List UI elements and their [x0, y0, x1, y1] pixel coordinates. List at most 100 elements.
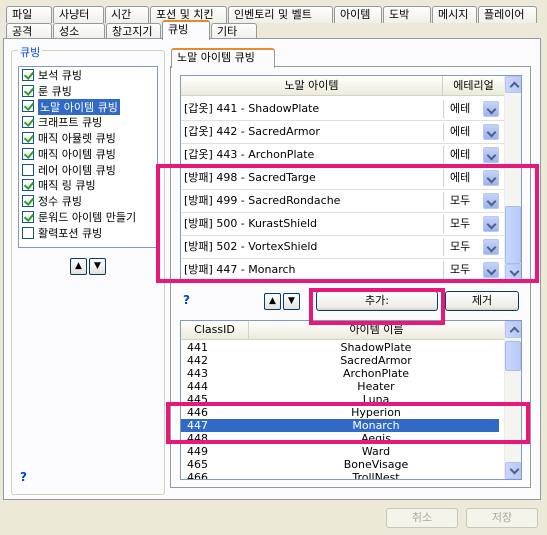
tab-second-0[interactable]: 공격: [6, 23, 52, 39]
cubing-checklist[interactable]: 보석 큐빙 룬 큐빙 노말 아이템 큐빙 크래프트 큐빙 매직 아뮬렛 큐빙 매직 아이템…: [18, 66, 158, 248]
tab-second-2[interactable]: 창고지기: [106, 23, 161, 39]
cubing-list-item[interactable]: 매직 아이템 큐빙: [19, 146, 157, 162]
list-item[interactable]: 442 SacredArmor: [181, 354, 505, 367]
scroll-up-icon[interactable]: [505, 76, 521, 93]
cubing-list-item[interactable]: 레어 아이템 큐빙: [19, 162, 157, 178]
tab-top-8[interactable]: 플레이어: [478, 6, 537, 23]
list-header-classid[interactable]: ClassID: [181, 321, 249, 340]
tab-top-0[interactable]: 파일: [6, 6, 52, 23]
checkbox-checked-icon[interactable]: [22, 68, 34, 81]
grid-row[interactable]: [방패] 502 - VortexShield 모두: [181, 236, 505, 259]
checkbox-checked-icon[interactable]: [22, 84, 34, 97]
list-item-name: Ward: [361, 445, 391, 458]
grid-row[interactable]: [방패] 500 - KurastShield 모두: [181, 213, 505, 236]
tab-second-4[interactable]: 기타: [211, 23, 257, 39]
list-header-item-name[interactable]: 아이템 이름: [249, 321, 505, 340]
cubing-list-item[interactable]: 룬 큐빙: [19, 83, 157, 99]
tab-top-6[interactable]: 도박: [383, 6, 431, 23]
tab-top-7[interactable]: 메시지: [432, 6, 477, 23]
grid-header-ethereal[interactable]: 에테리얼: [443, 76, 505, 96]
tab-top-1[interactable]: 사냥터: [53, 6, 104, 23]
checkbox-checked-icon[interactable]: [22, 116, 34, 129]
chevron-down-icon[interactable]: [483, 101, 499, 117]
list-item-name: Heater: [357, 380, 395, 393]
tab-second-1[interactable]: 성소: [53, 23, 105, 39]
checkbox-unchecked-icon[interactable]: [22, 163, 34, 176]
checkbox-checked-icon[interactable]: [22, 179, 34, 192]
list-item[interactable]: 447 Monarch: [181, 419, 499, 432]
ethereal-combo[interactable]: 에테: [443, 100, 499, 118]
chevron-down-icon[interactable]: [483, 147, 499, 163]
cubing-list-item[interactable]: 노말 아이템 큐빙: [19, 98, 157, 115]
scroll-thumb[interactable]: [505, 206, 521, 264]
cubing-list-item[interactable]: 매직 링 큐빙: [19, 178, 157, 194]
ethereal-combo[interactable]: 모두: [443, 238, 499, 256]
cubing-list-item[interactable]: 매직 아뮬렛 큐빙: [19, 130, 157, 146]
ethereal-combo[interactable]: 에테: [443, 146, 499, 164]
tab-normal-item-cubing[interactable]: 노말 아이템 큐빙: [171, 48, 275, 68]
list-item[interactable]: 449 Ward: [181, 445, 505, 458]
ethereal-combo[interactable]: 모두: [443, 192, 499, 210]
checkbox-unchecked-icon[interactable]: [22, 226, 34, 239]
remove-button[interactable]: 제거: [445, 291, 519, 311]
cubing-list-item[interactable]: 활력포션 큐빙: [19, 225, 157, 241]
help-icon[interactable]: ?: [20, 470, 27, 484]
list-scrollbar[interactable]: [504, 321, 521, 479]
list-item[interactable]: 466 TrollNest: [181, 471, 505, 479]
grid-row[interactable]: [갑옷] 442 - SacredArmor 에테: [181, 121, 505, 144]
checkbox-checked-icon[interactable]: [22, 132, 34, 145]
cancel-button[interactable]: 취소: [386, 508, 458, 528]
list-item[interactable]: 444 Heater: [181, 380, 505, 393]
ethereal-combo[interactable]: 에테: [443, 123, 499, 141]
move-down-button[interactable]: ▼: [89, 258, 106, 275]
save-button[interactable]: 저장: [466, 508, 538, 528]
cubing-list-item[interactable]: 보석 큐빙: [19, 67, 157, 83]
normal-item-grid[interactable]: 노말 아이템 에테리얼 [갑옷] 441 - ShadowPlate 에테 [갑옷]…: [180, 75, 522, 282]
chevron-down-icon[interactable]: [483, 124, 499, 140]
list-item[interactable]: 448 Aegis: [181, 432, 505, 445]
cubing-list-item[interactable]: 정수 큐빙: [19, 193, 157, 209]
ethereal-combo[interactable]: 모두: [443, 215, 499, 233]
list-scroll-up-icon[interactable]: [505, 321, 521, 338]
list-header: ClassID 아이템 이름: [181, 321, 505, 340]
chevron-down-icon[interactable]: [483, 170, 499, 186]
list-item[interactable]: 445 Luna: [181, 393, 505, 406]
checkbox-checked-icon[interactable]: [22, 100, 34, 113]
list-item[interactable]: 446 Hyperion: [181, 406, 505, 419]
grid-row[interactable]: [방패] 499 - SacredRondache 모두: [181, 190, 505, 213]
grid-header-item[interactable]: 노말 아이템: [181, 76, 443, 96]
cubing-list-item[interactable]: 룬워드 아이템 만들기: [19, 209, 157, 225]
scroll-down-icon[interactable]: [505, 264, 521, 281]
item-list-view[interactable]: ClassID 아이템 이름 441 ShadowPlate 442 SacredAr…: [180, 320, 522, 480]
list-item[interactable]: 443 ArchonPlate: [181, 367, 505, 380]
grid-row[interactable]: [방패] 498 - SacredTarge 에테: [181, 167, 505, 190]
list-item[interactable]: 465 BoneVisage: [181, 458, 505, 471]
grid-row[interactable]: [갑옷] 443 - ArchonPlate 에테: [181, 144, 505, 167]
checkbox-checked-icon[interactable]: [22, 211, 34, 224]
list-scroll-down-icon[interactable]: [505, 462, 521, 479]
chevron-down-icon[interactable]: [483, 216, 499, 232]
ethereal-combo[interactable]: 모두: [443, 261, 499, 279]
list-item-classid: 444: [187, 380, 208, 393]
tab-top-2[interactable]: 시간: [105, 6, 149, 23]
tab-top-4[interactable]: 인벤토리 및 벨트: [228, 6, 333, 23]
grid-move-down-button[interactable]: ▼: [283, 293, 300, 310]
grid-row[interactable]: [방패] 447 - Monarch 모두: [181, 259, 505, 281]
cubing-list-item[interactable]: 크래프트 큐빙: [19, 114, 157, 130]
chevron-down-icon[interactable]: [483, 262, 499, 278]
checkbox-checked-icon[interactable]: [22, 195, 34, 208]
grid-row[interactable]: [갑옷] 441 - ShadowPlate 에테: [181, 98, 505, 121]
grid-help-icon[interactable]: ?: [183, 293, 190, 307]
grid-scrollbar[interactable]: [504, 76, 521, 281]
chevron-down-icon[interactable]: [483, 239, 499, 255]
add-button[interactable]: 추가:: [316, 291, 438, 311]
checkbox-checked-icon[interactable]: [22, 147, 34, 160]
list-scroll-thumb[interactable]: [505, 341, 521, 371]
list-item[interactable]: 441 ShadowPlate: [181, 341, 505, 354]
ethereal-combo[interactable]: 에테: [443, 169, 499, 187]
tab-top-5[interactable]: 아이템: [334, 6, 382, 23]
chevron-down-icon[interactable]: [483, 193, 499, 209]
grid-move-up-button[interactable]: ▲: [264, 293, 281, 310]
move-up-button[interactable]: ▲: [70, 258, 87, 275]
tab-second-3[interactable]: 큐빙: [162, 20, 210, 40]
